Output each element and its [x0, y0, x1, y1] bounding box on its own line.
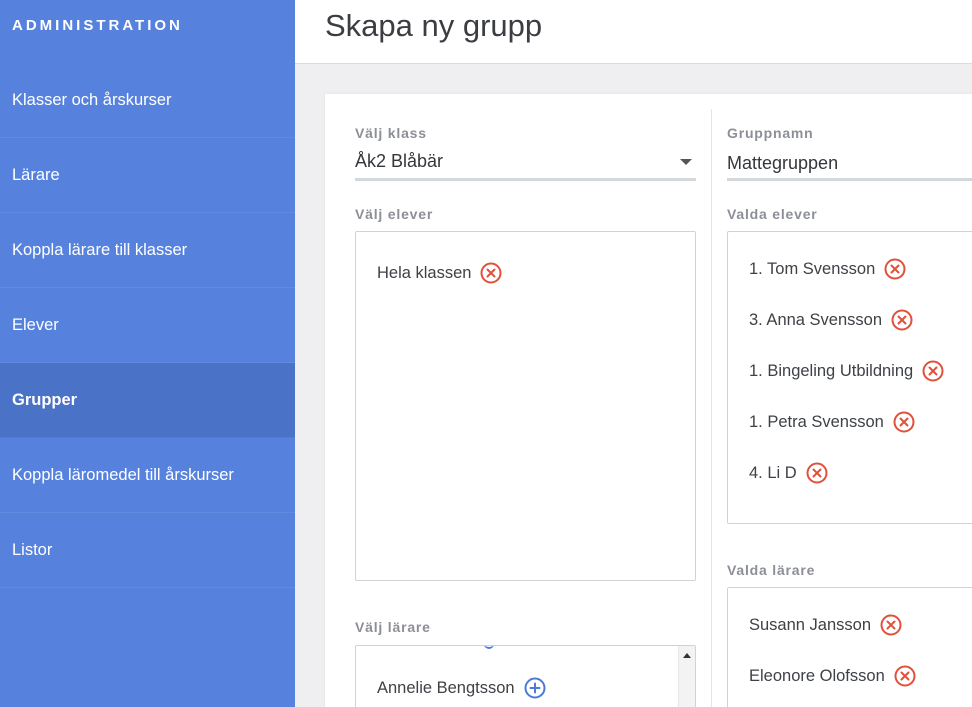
sidebar-item-klasser[interactable]: Klasser och årskurser [0, 63, 295, 138]
circle-x-icon[interactable] [884, 258, 906, 280]
sidebar-item-grupper[interactable]: Grupper [0, 363, 295, 438]
circle-x-icon[interactable] [893, 411, 915, 433]
circle-x-icon[interactable] [922, 360, 944, 382]
selected-students-label: Valda elever [727, 206, 818, 222]
list-item-label: Hela klassen [377, 263, 472, 282]
scrollbar[interactable] [678, 646, 695, 707]
list-item-label: 3. Anna Svensson [749, 310, 883, 329]
group-name-field[interactable] [727, 146, 972, 181]
list-item: Hela klassen [377, 262, 502, 284]
column-divider [711, 109, 712, 707]
circle-x-icon[interactable] [806, 462, 828, 484]
scrolled-partial-icon [484, 646, 494, 649]
list-item-label: 1. Petra Svensson [749, 412, 884, 431]
list-item: Eleonore Olofsson [749, 665, 916, 687]
sidebar-item-larare[interactable]: Lärare [0, 138, 295, 213]
class-select-label: Välj klass [355, 125, 427, 141]
list-item: Susann Jansson [749, 614, 902, 636]
circle-x-icon[interactable] [891, 309, 913, 331]
list-item-label: Annelie Bengtsson [377, 678, 515, 697]
top-bar: Skapa ny grupp [295, 0, 972, 64]
list-item: 1. Petra Svensson [749, 411, 915, 433]
selected-teachers-list: Susann Jansson Eleonore Olofsson [727, 587, 972, 707]
list-item-label: 1. Tom Svensson [749, 259, 876, 278]
circle-x-icon[interactable] [880, 614, 902, 636]
choose-teachers-list: Annelie Bengtsson [355, 645, 696, 707]
list-item: Annelie Bengtsson [377, 677, 546, 699]
sidebar: ADMINISTRATION Klasser och årskurser Lär… [0, 0, 295, 707]
group-form-card: Välj klass Åk2 Blåbär Välj elever Hela k… [325, 94, 972, 707]
sidebar-header: ADMINISTRATION [12, 17, 183, 34]
class-select[interactable]: Åk2 Blåbär [355, 146, 696, 181]
circle-plus-icon[interactable] [524, 677, 546, 699]
sidebar-item-koppla-laromedel[interactable]: Koppla läromedel till årskurser [0, 438, 295, 513]
list-item: 1. Tom Svensson [749, 258, 906, 280]
circle-x-icon[interactable] [894, 665, 916, 687]
choose-students-label: Välj elever [355, 206, 434, 222]
list-item-label: Susann Jansson [749, 615, 872, 634]
list-item: 1. Bingeling Utbildning [749, 360, 944, 382]
caret-down-icon [680, 159, 692, 165]
list-item-label: Eleonore Olofsson [749, 666, 885, 685]
circle-x-icon[interactable] [480, 262, 502, 284]
page-title: Skapa ny grupp [325, 8, 543, 43]
sidebar-item-listor[interactable]: Listor [0, 513, 295, 588]
class-select-value: Åk2 Blåbär [355, 151, 444, 171]
scroll-up-arrow-icon[interactable] [683, 653, 691, 658]
list-item-label: 4. Li D [749, 463, 797, 482]
choose-students-list: Hela klassen [355, 231, 696, 581]
sidebar-item-elever[interactable]: Elever [0, 288, 295, 363]
group-name-label: Gruppnamn [727, 125, 814, 141]
list-item: 4. Li D [749, 462, 828, 484]
list-item: 3. Anna Svensson [749, 309, 913, 331]
selected-teachers-label: Valda lärare [727, 562, 816, 578]
list-item-label: 1. Bingeling Utbildning [749, 361, 914, 380]
selected-students-list: 1. Tom Svensson 3. Anna Svensson 1. Bing… [727, 231, 972, 524]
sidebar-item-koppla-larare[interactable]: Koppla lärare till klasser [0, 213, 295, 288]
choose-teachers-label: Välj lärare [355, 619, 431, 635]
